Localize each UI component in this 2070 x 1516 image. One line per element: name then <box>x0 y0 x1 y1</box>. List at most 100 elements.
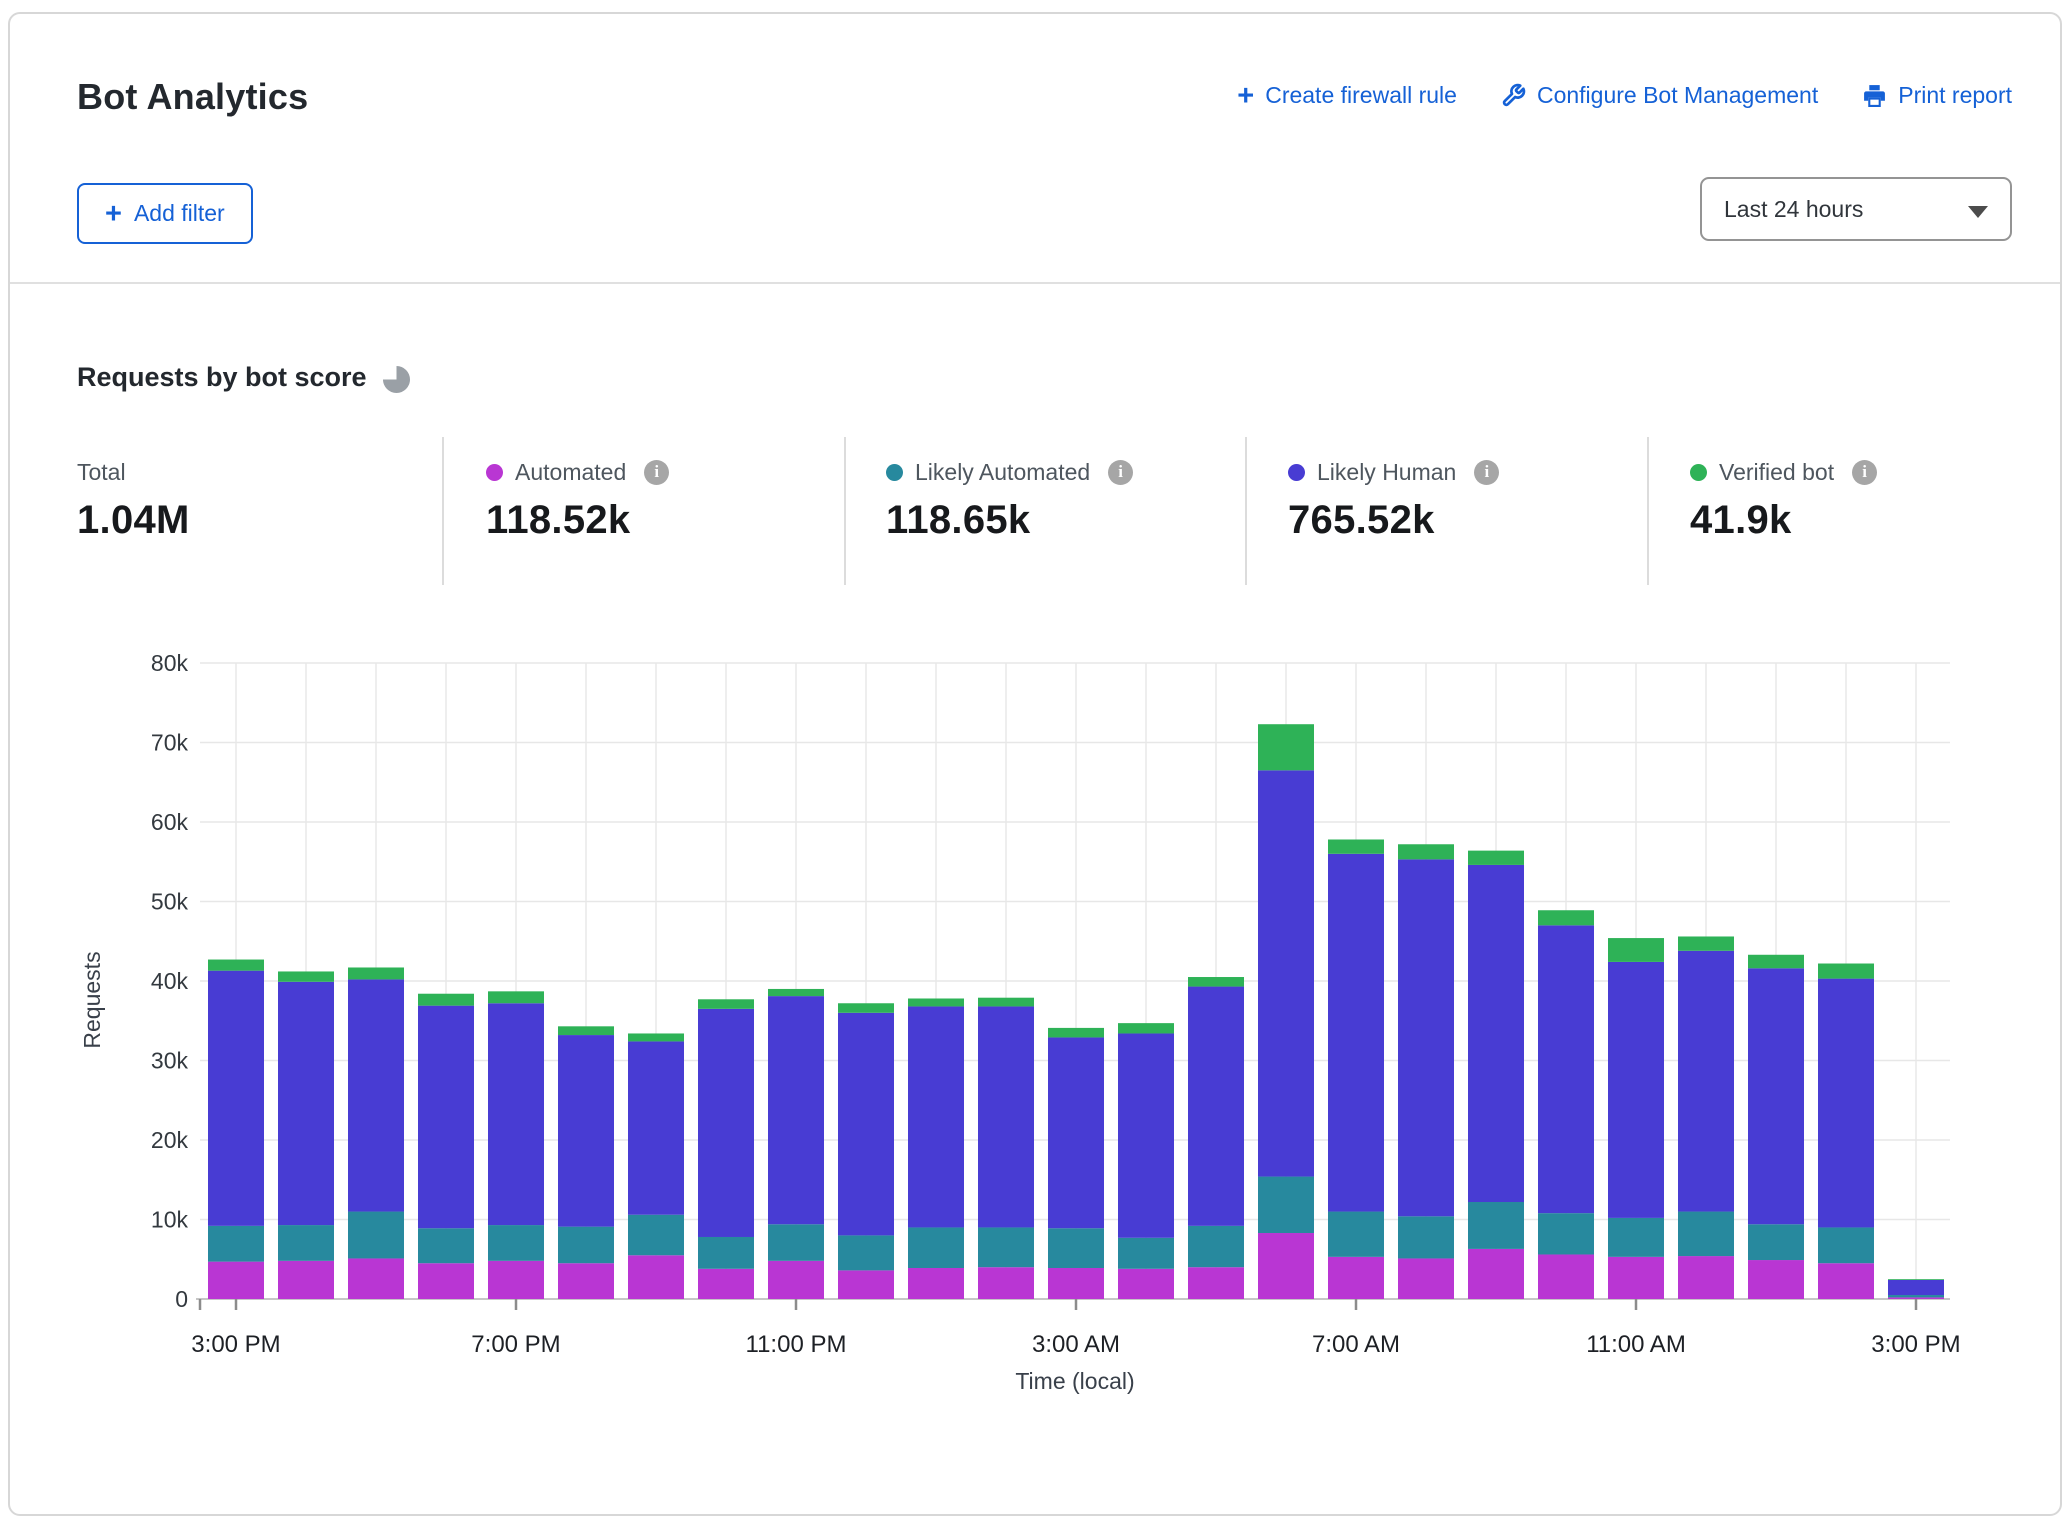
bar-segment[interactable] <box>628 1215 684 1256</box>
bar-segment[interactable] <box>418 1228 474 1263</box>
bar-segment[interactable] <box>348 1212 404 1259</box>
bar-segment[interactable] <box>1468 1249 1524 1299</box>
bar-segment[interactable] <box>1748 968 1804 1224</box>
bar-segment[interactable] <box>1608 1218 1664 1257</box>
bar-segment[interactable] <box>1678 951 1734 1212</box>
print-report-link[interactable]: Print report <box>1862 82 2012 109</box>
info-icon[interactable]: i <box>644 460 669 485</box>
bar-segment[interactable] <box>978 1267 1034 1299</box>
bar-segment[interactable] <box>698 1237 754 1269</box>
bar-segment[interactable] <box>1468 865 1524 1202</box>
bar-segment[interactable] <box>208 1226 264 1262</box>
bar-segment[interactable] <box>768 1261 824 1299</box>
bar-segment[interactable] <box>1048 1228 1104 1268</box>
bar-segment[interactable] <box>558 1227 614 1264</box>
bar-segment[interactable] <box>208 971 264 1226</box>
bar-segment[interactable] <box>1118 1269 1174 1299</box>
bar-segment[interactable] <box>1398 1216 1454 1258</box>
bar-segment[interactable] <box>1048 1028 1104 1038</box>
bar-segment[interactable] <box>1188 1267 1244 1299</box>
bar-segment[interactable] <box>1608 1257 1664 1299</box>
bar-segment[interactable] <box>978 1006 1034 1227</box>
bar-segment[interactable] <box>1818 1227 1874 1263</box>
bar-segment[interactable] <box>1608 962 1664 1218</box>
bar-segment[interactable] <box>488 991 544 1003</box>
bar-segment[interactable] <box>698 1269 754 1299</box>
bar-segment[interactable] <box>488 1261 544 1299</box>
bar-segment[interactable] <box>1258 724 1314 770</box>
create-firewall-rule-link[interactable]: + Create firewall rule <box>1237 82 1457 109</box>
bar-segment[interactable] <box>628 1255 684 1299</box>
bar-segment[interactable] <box>1118 1033 1174 1237</box>
bar-segment[interactable] <box>348 1258 404 1299</box>
bar-segment[interactable] <box>1048 1037 1104 1228</box>
bar-segment[interactable] <box>1888 1297 1944 1299</box>
bar-segment[interactable] <box>1538 1213 1594 1254</box>
bar-segment[interactable] <box>348 967 404 979</box>
bar-segment[interactable] <box>1748 955 1804 969</box>
bar-segment[interactable] <box>1888 1295 1944 1297</box>
bar-segment[interactable] <box>1538 1254 1594 1299</box>
bar-segment[interactable] <box>1818 979 1874 1228</box>
bar-segment[interactable] <box>278 1225 334 1261</box>
bar-segment[interactable] <box>1748 1260 1804 1299</box>
bar-segment[interactable] <box>1398 844 1454 859</box>
bar-segment[interactable] <box>278 971 334 981</box>
bar-segment[interactable] <box>1258 770 1314 1176</box>
bar-segment[interactable] <box>348 979 404 1211</box>
bar-segment[interactable] <box>1678 1212 1734 1257</box>
bar-segment[interactable] <box>1048 1268 1104 1299</box>
bar-segment[interactable] <box>838 1013 894 1236</box>
bar-segment[interactable] <box>698 999 754 1009</box>
bar-segment[interactable] <box>1748 1224 1804 1260</box>
bar-segment[interactable] <box>1328 1212 1384 1257</box>
info-icon[interactable]: i <box>1852 460 1877 485</box>
bar-segment[interactable] <box>1538 925 1594 1213</box>
bar-segment[interactable] <box>978 1227 1034 1267</box>
bar-segment[interactable] <box>1538 910 1594 925</box>
bar-segment[interactable] <box>1398 1258 1454 1299</box>
bar-segment[interactable] <box>1118 1023 1174 1033</box>
bar-segment[interactable] <box>1328 839 1384 853</box>
info-icon[interactable]: i <box>1474 460 1499 485</box>
bar-segment[interactable] <box>558 1026 614 1035</box>
bar-segment[interactable] <box>418 1006 474 1229</box>
bar-segment[interactable] <box>978 998 1034 1007</box>
add-filter-button[interactable]: + Add filter <box>77 183 253 244</box>
bar-segment[interactable] <box>1188 987 1244 1226</box>
bar-segment[interactable] <box>418 1263 474 1299</box>
bar-segment[interactable] <box>698 1009 754 1237</box>
bar-segment[interactable] <box>768 996 824 1224</box>
bar-segment[interactable] <box>838 1270 894 1299</box>
bar-segment[interactable] <box>1818 964 1874 979</box>
bar-segment[interactable] <box>208 960 264 971</box>
bar-segment[interactable] <box>628 1033 684 1041</box>
bar-segment[interactable] <box>1608 938 1664 962</box>
bar-segment[interactable] <box>908 1268 964 1299</box>
bar-segment[interactable] <box>558 1263 614 1299</box>
requests-by-bot-score-chart[interactable]: 010k20k30k40k50k60k70k80k3:00 PM7:00 PM1… <box>0 620 2070 1394</box>
bar-segment[interactable] <box>908 1227 964 1268</box>
bar-segment[interactable] <box>838 1235 894 1270</box>
bar-segment[interactable] <box>208 1262 264 1299</box>
bar-segment[interactable] <box>1258 1233 1314 1299</box>
bar-segment[interactable] <box>1888 1280 1944 1295</box>
bar-segment[interactable] <box>768 1224 824 1261</box>
bar-segment[interactable] <box>488 1003 544 1225</box>
bar-segment[interactable] <box>1188 1226 1244 1267</box>
bar-segment[interactable] <box>1188 977 1244 987</box>
bar-segment[interactable] <box>1398 859 1454 1216</box>
bar-segment[interactable] <box>1818 1263 1874 1299</box>
info-icon[interactable]: i <box>1108 460 1133 485</box>
bar-segment[interactable] <box>278 982 334 1225</box>
bar-segment[interactable] <box>1888 1279 1944 1280</box>
bar-segment[interactable] <box>908 1006 964 1227</box>
bar-segment[interactable] <box>488 1225 544 1261</box>
bar-segment[interactable] <box>908 998 964 1006</box>
bar-segment[interactable] <box>278 1261 334 1299</box>
bar-segment[interactable] <box>1468 851 1524 865</box>
configure-bot-management-link[interactable]: Configure Bot Management <box>1501 82 1818 109</box>
bar-segment[interactable] <box>1118 1238 1174 1269</box>
bar-segment[interactable] <box>768 989 824 996</box>
bar-segment[interactable] <box>838 1003 894 1013</box>
